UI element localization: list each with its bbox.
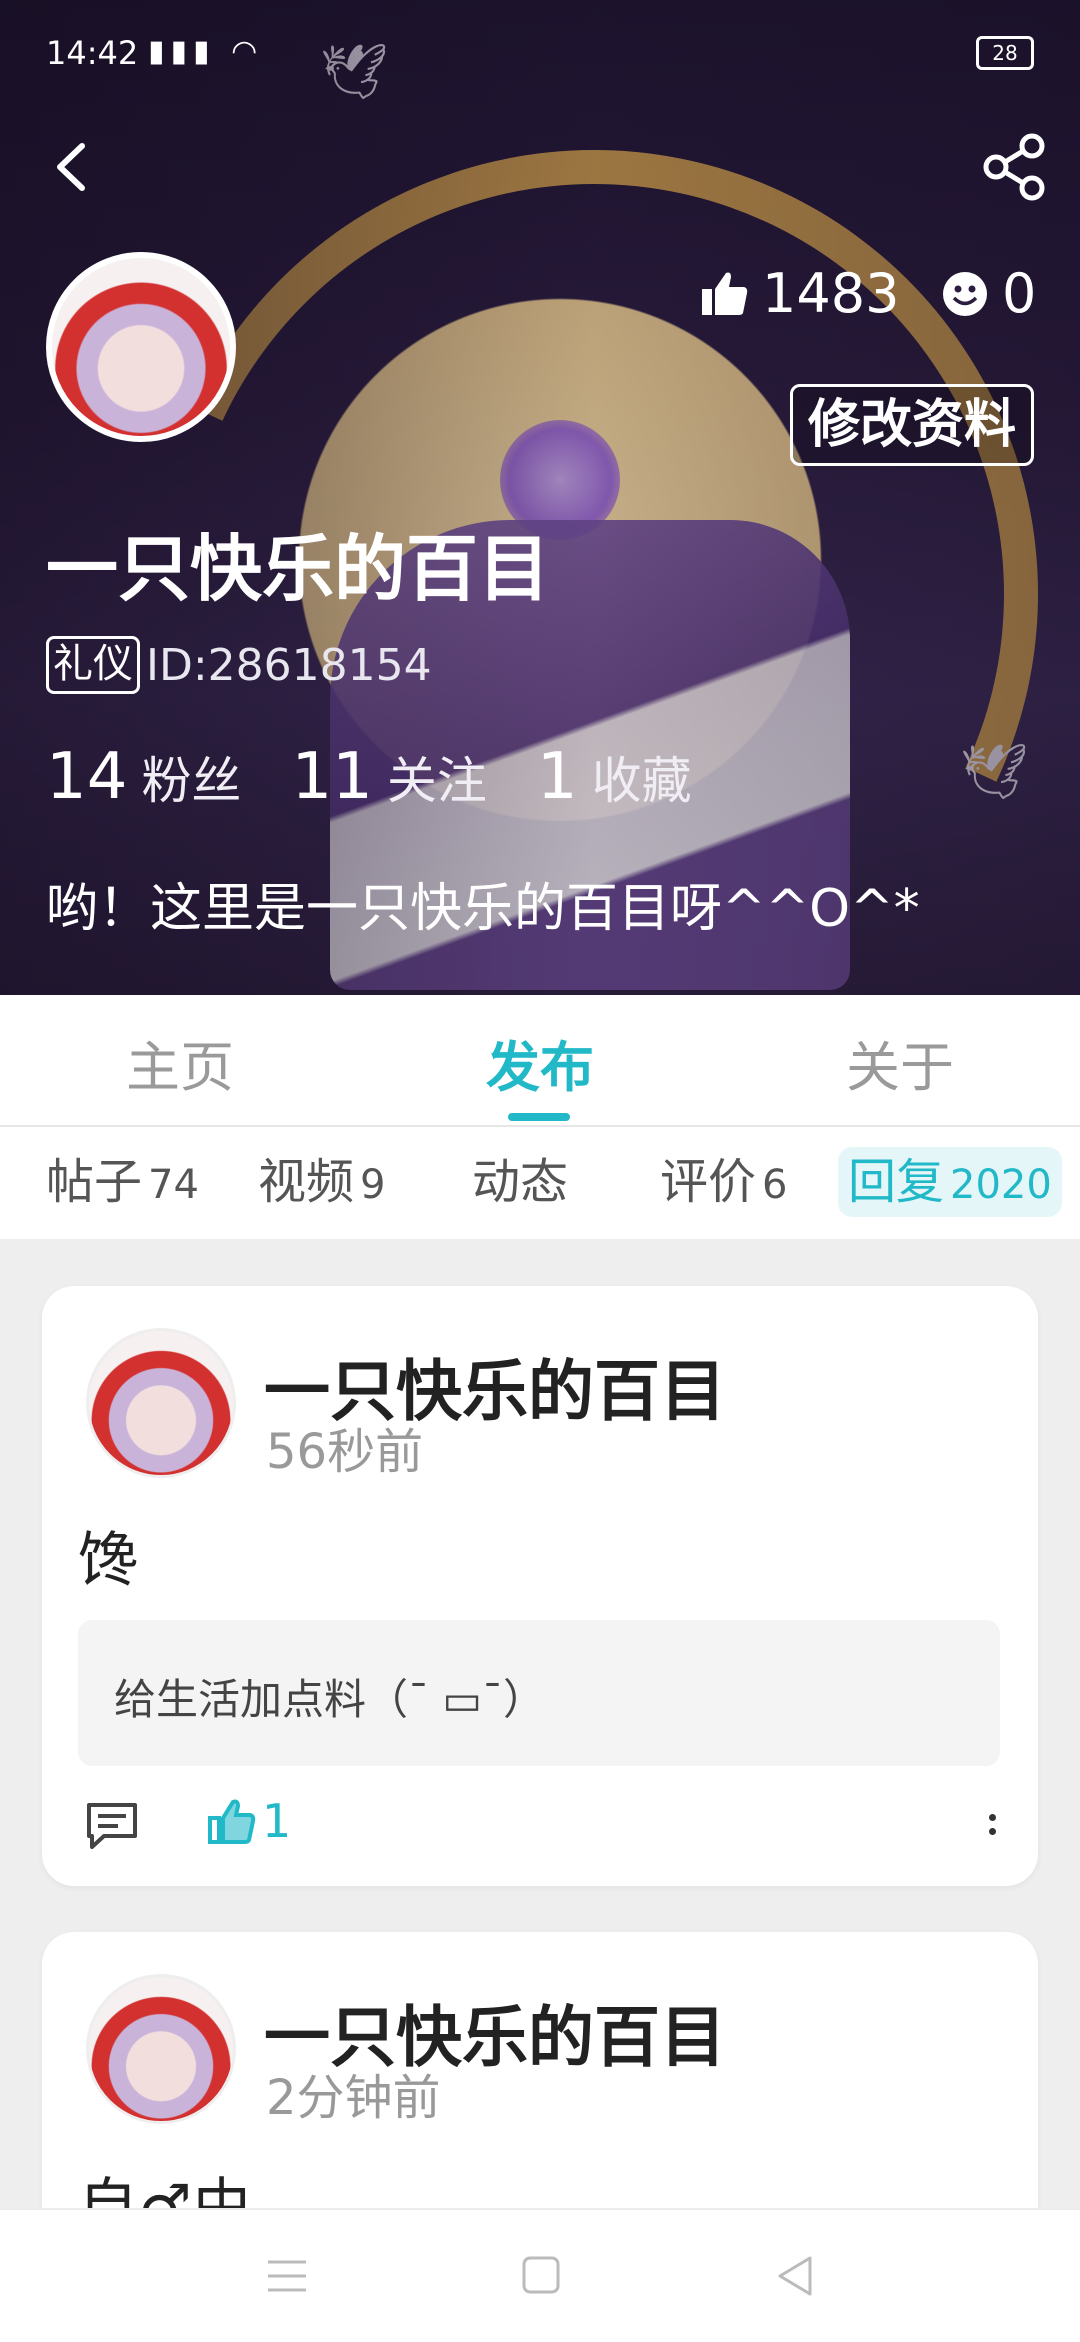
subtab-replies-label: 回复 [848, 1154, 945, 1210]
smile-count: 0 [1002, 262, 1037, 325]
back-nav-button[interactable] [770, 2254, 820, 2298]
square-home-icon [522, 2256, 560, 2294]
background-shade [0, 0, 1080, 995]
status-time: 14:42 [46, 34, 139, 72]
follow-stats: 14 粉丝 11 关注 1 收藏 [46, 740, 742, 814]
post-card[interactable]: 一只快乐的百目 56秒前 馋 给生活加点料（¯ ▭¯） 1 [42, 1286, 1038, 1886]
active-tab-indicator [508, 1113, 570, 1121]
profile-bio: 哟！这里是一只快乐的百目呀^^O^* [46, 879, 920, 939]
profile-avatar[interactable] [46, 252, 236, 442]
tab-publish[interactable]: 发布 [486, 1023, 594, 1102]
tab-home[interactable]: 主页 [126, 1023, 234, 1102]
post-author-avatar[interactable] [86, 1974, 236, 2124]
profile-header: 🕊 🕊 14:42 ▮▮▮ ◠ 28 1483 0 [0, 0, 1080, 995]
like-count: 1 [262, 1794, 292, 1848]
thumbs-up-icon [208, 1799, 256, 1844]
back-button[interactable] [44, 132, 104, 202]
smile-stat: 0 [942, 262, 1036, 325]
id-row: 礼仪 ID:28618154 [46, 636, 432, 694]
following-count[interactable]: 11 [291, 740, 372, 814]
home-button[interactable] [516, 2254, 566, 2298]
smile-face-icon [943, 271, 987, 316]
likes-count: 1483 [762, 262, 900, 325]
menu-button[interactable] [262, 2254, 312, 2298]
tab-about[interactable]: 关于 [846, 1023, 954, 1102]
sub-tabs: 帖子 74 视频 9 动态 评价 6 回复 2020 [0, 1127, 1080, 1239]
fans-label[interactable]: 粉丝 [141, 741, 241, 813]
comment-icon [87, 1803, 137, 1849]
fans-count[interactable]: 14 [46, 740, 127, 814]
subtab-videos[interactable]: 视频 9 [258, 1147, 385, 1217]
system-nav-bar [0, 2208, 1080, 2342]
triangle-back-icon [778, 2256, 812, 2296]
favorites-count[interactable]: 1 [537, 740, 578, 814]
edit-profile-button[interactable]: 修改资料 [790, 384, 1034, 466]
etiquette-badge: 礼仪 [46, 636, 140, 694]
subtab-reviews-label: 评价 [660, 1154, 757, 1210]
likes-stat: 1483 [700, 262, 899, 325]
subtab-videos-label: 视频 [258, 1154, 355, 1210]
quoted-post-text: 给生活加点料（¯ ▭¯） [114, 1675, 546, 1724]
user-id: ID:28618154 [146, 639, 432, 691]
signal-wifi-icons: ▮▮▮ ◠ [148, 34, 264, 69]
profile-name: 一只快乐的百目 [46, 527, 551, 611]
main-tabs: 主页 发布 关于 [0, 995, 1080, 1127]
more-options-button[interactable] [982, 1798, 1002, 1854]
subtab-replies-count: 2020 [950, 1162, 1052, 1208]
comment-button[interactable] [84, 1800, 140, 1852]
thumbs-up-icon [702, 272, 748, 315]
subtab-posts[interactable]: 帖子 74 [46, 1147, 199, 1217]
chevron-left-icon [57, 143, 85, 191]
subtab-replies[interactable]: 回复 2020 [838, 1147, 1062, 1217]
post-author-avatar[interactable] [86, 1328, 236, 1478]
like-button[interactable]: 1 [206, 1794, 291, 1848]
battery-icon: 28 [976, 36, 1034, 70]
share-button[interactable] [980, 132, 1050, 202]
quoted-post[interactable]: 给生活加点料（¯ ▭¯） [78, 1620, 1000, 1766]
menu-icon [268, 2260, 306, 2292]
share-icon [983, 133, 1045, 201]
subtab-activity-label: 动态 [472, 1154, 569, 1210]
post-content: 馋 [78, 1526, 138, 1596]
post-time: 56秒前 [266, 1424, 424, 1480]
subtab-reviews[interactable]: 评价 6 [660, 1147, 787, 1217]
favorites-label[interactable]: 收藏 [592, 741, 692, 813]
subtab-posts-label: 帖子 [46, 1154, 143, 1210]
following-label[interactable]: 关注 [387, 741, 487, 813]
subtab-reviews-count: 6 [762, 1162, 788, 1208]
subtab-activity[interactable]: 动态 [472, 1147, 568, 1217]
post-time: 2分钟前 [266, 2070, 441, 2126]
subtab-videos-count: 9 [360, 1162, 386, 1208]
subtab-posts-count: 74 [148, 1162, 199, 1208]
